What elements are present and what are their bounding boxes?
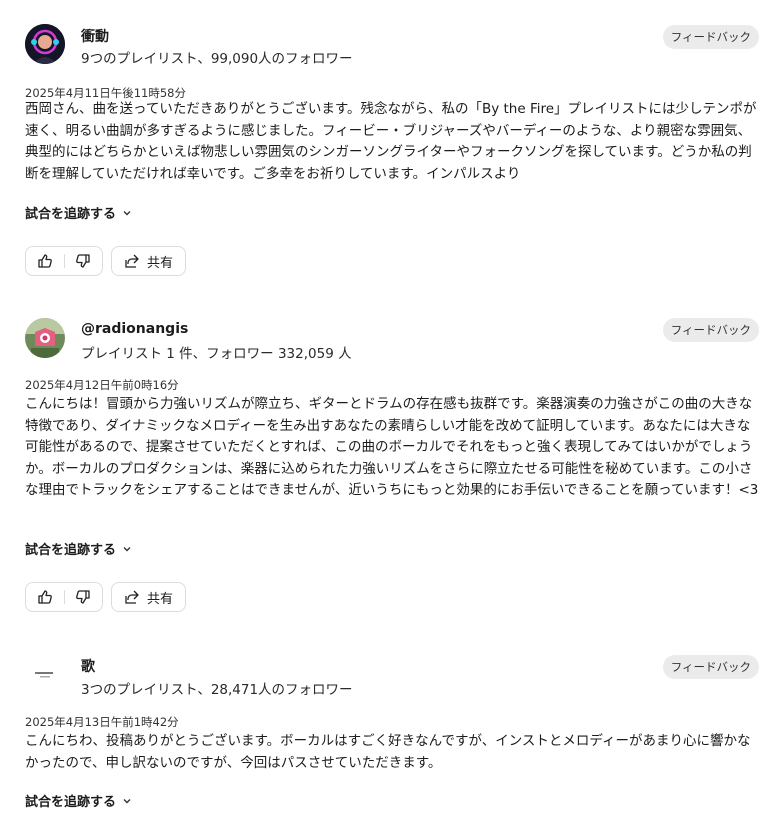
- comment-actions: 共有: [25, 582, 187, 614]
- track-match-toggle[interactable]: 試合を追跡する: [25, 539, 132, 558]
- vote-group: [25, 582, 103, 612]
- share-icon: [125, 590, 139, 604]
- curator-followers: 9つのプレイリスト、99,090人のフォロワー: [81, 51, 353, 67]
- thumbs-down-button[interactable]: [65, 583, 103, 611]
- thumbs-up-icon: [38, 590, 52, 604]
- share-button[interactable]: 共有: [111, 582, 187, 612]
- track-match-label: 試合を追跡する: [25, 543, 117, 558]
- curator-name[interactable]: 衝動: [81, 26, 109, 46]
- thumbs-up-icon: [38, 254, 52, 268]
- curator-followers: 3つのプレイリスト、28,471人のフォロワー: [81, 682, 353, 698]
- curator-name[interactable]: @radionangis: [81, 321, 188, 337]
- thumbs-down-icon: [76, 254, 90, 268]
- comment-actions: 共有: [25, 246, 187, 278]
- share-button[interactable]: 共有: [111, 246, 187, 276]
- track-match-toggle[interactable]: 試合を追跡する: [25, 203, 132, 222]
- avatar[interactable]: [25, 654, 65, 694]
- track-match-label: 試合を追跡する: [25, 207, 117, 222]
- comment-message: こんにちわ、投稿ありがとうございます。ボーカルはすごく好きなんですが、インストと…: [25, 733, 751, 771]
- comment-date: 2025年4月12日午前0時16分: [25, 378, 179, 392]
- curator-name[interactable]: 歌: [81, 656, 95, 676]
- thumbs-down-button[interactable]: [65, 247, 103, 275]
- share-label: 共有: [147, 255, 174, 271]
- curator-followers: プレイリスト 1 件、フォロワー 332,059 人: [81, 346, 352, 362]
- comment-message: 西岡さん、曲を送っていただきありがとうございます。残念ながら、私の「By the…: [25, 101, 757, 182]
- share-icon: [125, 254, 139, 268]
- thumbs-up-button[interactable]: [26, 583, 64, 611]
- track-match-label: 試合を追跡する: [25, 795, 117, 810]
- feedback-button[interactable]: フィードバック: [662, 25, 759, 49]
- chevron-down-icon: [123, 546, 131, 551]
- thumbs-down-icon: [76, 590, 90, 604]
- feedback-button[interactable]: フィードバック: [662, 655, 759, 679]
- chevron-down-icon: [123, 210, 131, 215]
- chevron-down-icon: [123, 798, 131, 803]
- feedback-button[interactable]: フィードバック: [662, 318, 759, 342]
- comment-date: 2025年4月13日午前1時42分: [25, 715, 179, 729]
- vote-group: [25, 246, 103, 276]
- avatar[interactable]: [25, 24, 65, 64]
- share-label: 共有: [147, 591, 174, 607]
- track-match-toggle[interactable]: 試合を追跡する: [25, 791, 132, 810]
- comment-message: こんにちは！冒頭から力強いリズムが際立ち、ギターとドラムの存在感も抜群です。楽器…: [25, 396, 759, 498]
- thumbs-up-button[interactable]: [26, 247, 64, 275]
- avatar[interactable]: [25, 318, 65, 358]
